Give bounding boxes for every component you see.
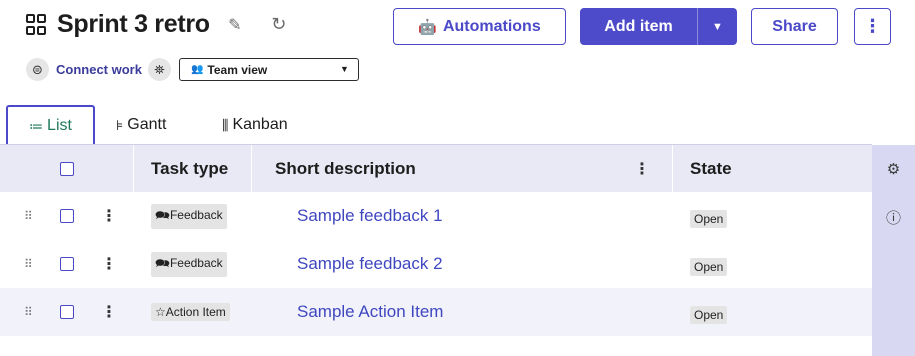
row-checkbox[interactable] bbox=[60, 209, 74, 223]
tab-kanban[interactable]: ⫼ Kanban bbox=[222, 105, 288, 145]
side-rail: ⚙ ⓘ bbox=[872, 145, 915, 356]
chevron-down-icon[interactable]: ▼ bbox=[698, 21, 737, 33]
share-button[interactable]: Share bbox=[751, 8, 838, 45]
chevron-down-icon: ▼ bbox=[340, 64, 349, 74]
table-row[interactable]: ⠿ ⋮ ☆Action Item Sample Action Item Open bbox=[0, 288, 872, 336]
list-icon: ≔ bbox=[29, 117, 44, 134]
tab-gantt[interactable]: ⊧ Gantt bbox=[116, 105, 166, 145]
more-options-icon[interactable]: ⋮ bbox=[854, 8, 891, 45]
description-link[interactable]: Sample feedback 2 bbox=[297, 240, 443, 288]
tab-kanban-label: Kanban bbox=[232, 116, 288, 133]
row-checkbox[interactable] bbox=[60, 257, 74, 271]
task-type-label: Action Item bbox=[165, 305, 226, 319]
table-header-row: Task type Short description ⋮ State bbox=[0, 144, 872, 193]
chat-bubbles-icon: 🗪 bbox=[155, 255, 170, 270]
refresh-icon[interactable]: ↻ bbox=[268, 14, 290, 36]
subheader-row: ⊜ Connect work ⛯ 👥 Team view ▼ bbox=[26, 58, 359, 81]
row-checkbox[interactable] bbox=[60, 305, 74, 319]
board-icon bbox=[26, 13, 48, 36]
tab-list-label: List bbox=[47, 117, 72, 134]
state-badge: Open bbox=[690, 306, 728, 324]
view-select[interactable]: 👥 Team view ▼ bbox=[178, 58, 359, 81]
drag-handle-icon[interactable]: ⠿ bbox=[24, 192, 34, 240]
task-type-badge: 🗪Feedback bbox=[151, 251, 227, 277]
robot-icon: 🤖 bbox=[418, 18, 437, 36]
column-header-short-description[interactable]: Short description bbox=[275, 145, 416, 193]
view-tabs: ≔ List ⊧ Gantt ⫼ Kanban bbox=[0, 105, 915, 145]
gear-icon[interactable]: ⚙ bbox=[872, 160, 915, 178]
task-type-badge: ☆Action Item bbox=[151, 303, 230, 321]
automations-button[interactable]: 🤖 Automations bbox=[393, 8, 566, 45]
binoculars-icon[interactable]: ⛯ bbox=[147, 58, 171, 81]
description-link[interactable]: Sample Action Item bbox=[297, 288, 443, 336]
row-menu-icon[interactable]: ⋮ bbox=[101, 192, 117, 240]
column-header-state[interactable]: State bbox=[690, 145, 732, 193]
pencil-icon[interactable]: ✎ bbox=[224, 14, 246, 36]
gantt-icon: ⊧ bbox=[116, 116, 124, 133]
connect-icon[interactable]: ⊜ bbox=[26, 58, 49, 81]
row-menu-icon[interactable]: ⋮ bbox=[101, 288, 117, 336]
people-icon: 👥 bbox=[190, 64, 204, 75]
info-icon[interactable]: ⓘ bbox=[872, 207, 915, 228]
connect-work-link[interactable]: Connect work bbox=[56, 62, 142, 77]
kanban-icon: ⫼ bbox=[222, 116, 229, 133]
task-type-badge: 🗪Feedback bbox=[151, 203, 227, 229]
state-badge: Open bbox=[690, 258, 728, 276]
automations-label: Automations bbox=[442, 17, 541, 35]
add-item-button[interactable]: Add item bbox=[580, 18, 697, 36]
column-header-task-type[interactable]: Task type bbox=[151, 145, 228, 193]
chat-bubbles-icon: 🗪 bbox=[155, 207, 170, 222]
drag-handle-icon[interactable]: ⠿ bbox=[24, 288, 34, 336]
description-link[interactable]: Sample feedback 1 bbox=[297, 192, 443, 240]
column-menu-icon[interactable]: ⋮ bbox=[634, 145, 650, 193]
star-icon: ☆ bbox=[155, 305, 166, 319]
tab-gantt-label: Gantt bbox=[127, 116, 167, 133]
row-menu-icon[interactable]: ⋮ bbox=[101, 240, 117, 288]
task-type-label: Feedback bbox=[169, 255, 223, 270]
title-row: Sprint 3 retro ✎ ↻ bbox=[26, 10, 290, 39]
table-row[interactable]: ⠿ ⋮ 🗪Feedback Sample feedback 1 Open bbox=[0, 192, 872, 240]
view-select-value: Team view bbox=[207, 62, 268, 77]
select-all-checkbox[interactable] bbox=[60, 162, 74, 176]
state-badge: Open bbox=[690, 210, 728, 228]
table-row[interactable]: ⠿ ⋮ 🗪Feedback Sample feedback 2 Open bbox=[0, 240, 872, 288]
add-item-split-button: Add item ▼ bbox=[580, 8, 737, 45]
page-title: Sprint 3 retro bbox=[57, 10, 210, 38]
task-type-label: Feedback bbox=[169, 207, 223, 222]
tab-list[interactable]: ≔ List bbox=[6, 105, 95, 145]
select-all-checkbox-cell bbox=[60, 145, 74, 193]
drag-handle-icon[interactable]: ⠿ bbox=[24, 240, 34, 288]
board-header: Sprint 3 retro ✎ ↻ 🤖 Automations Add ite… bbox=[0, 0, 915, 95]
